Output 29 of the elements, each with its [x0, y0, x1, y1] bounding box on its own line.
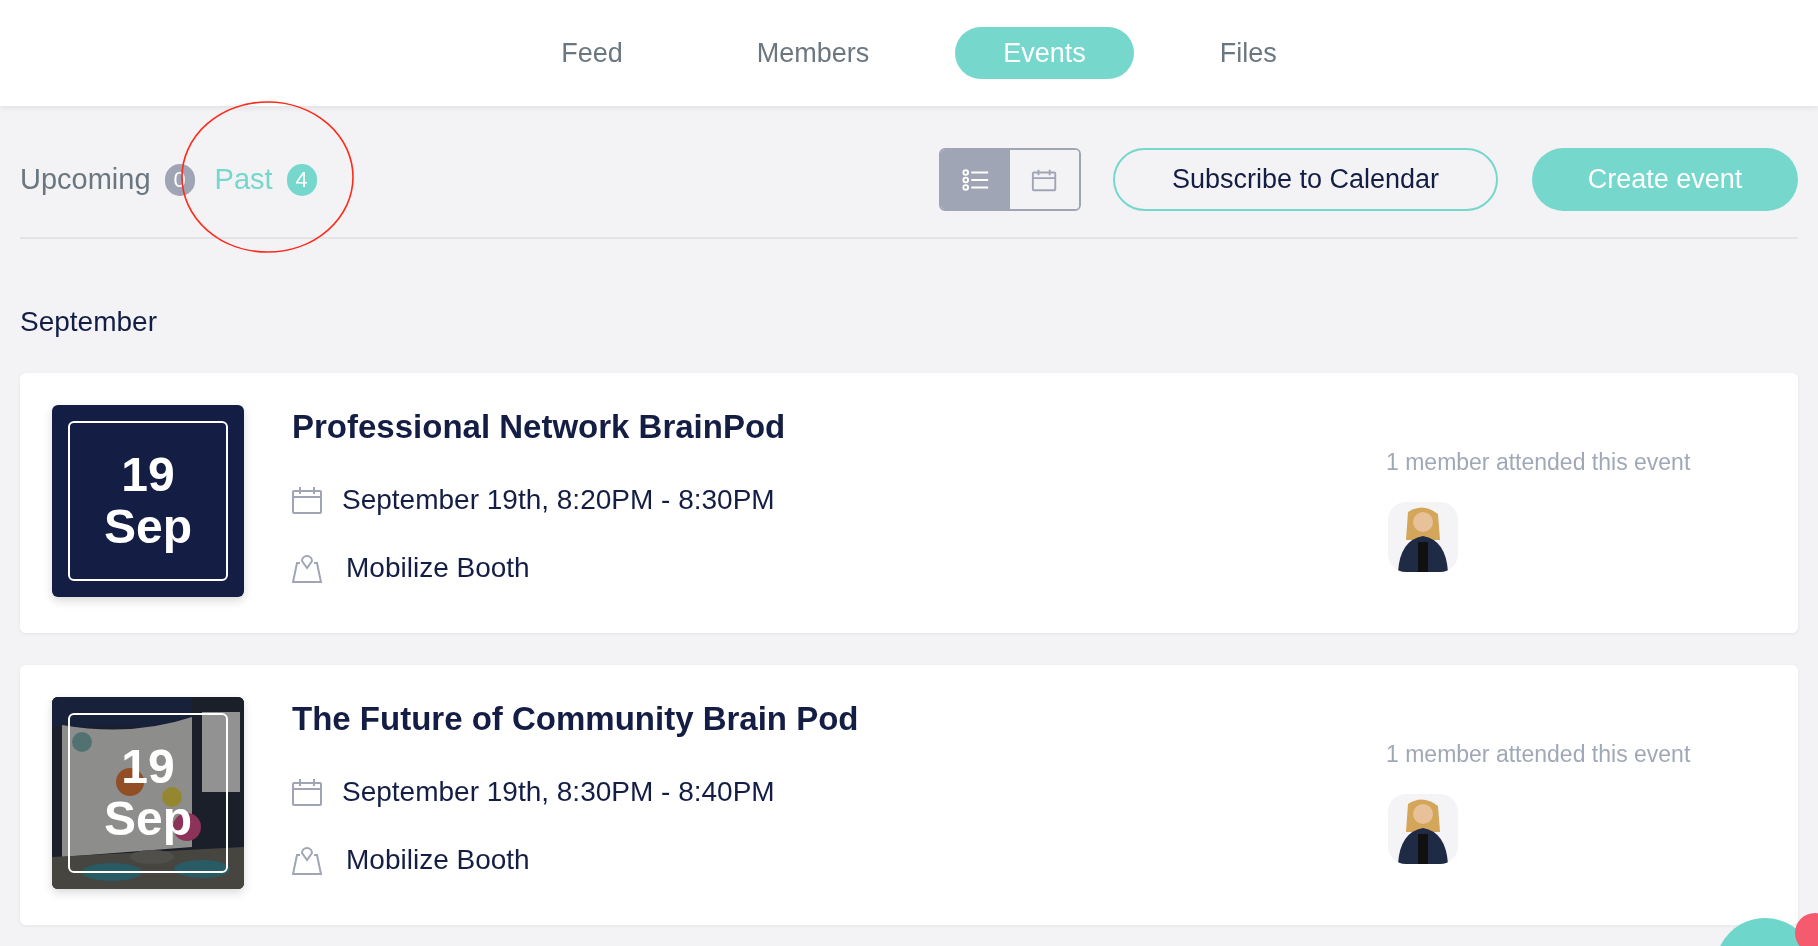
month-heading: September — [20, 305, 158, 339]
list-icon — [961, 166, 990, 193]
attendance-text: 1 member attended this event — [1386, 740, 1692, 769]
date-day: 19 — [121, 449, 175, 501]
avatar — [1388, 501, 1458, 572]
attendance-text: 1 member attended this event — [1386, 448, 1692, 477]
calendar-icon — [292, 778, 322, 806]
date-month: Sep — [104, 793, 192, 845]
event-time: September 19th, 8:30PM - 8:40PM — [342, 775, 775, 809]
event-location: Mobilize Booth — [346, 551, 530, 585]
date-day: 19 — [121, 741, 175, 793]
location-icon — [292, 553, 322, 583]
location-icon — [292, 845, 322, 875]
nav-tab[interactable]: Members — [708, 27, 918, 79]
count-badge: 4 — [286, 163, 317, 196]
nav-tab[interactable]: Files — [1171, 27, 1325, 79]
nav-tab[interactable]: Feed — [513, 27, 671, 79]
list-view-button[interactable] — [941, 150, 1010, 209]
filter-tab[interactable]: Upcoming — [20, 157, 151, 202]
event-card[interactable]: 19 Sep Professional Network BrainPod September 19th, 8:20PM - 8:30PM Mobilize Booth 1 member attended this event — [20, 373, 1798, 633]
event-title[interactable]: The Future of Community Brain Pod — [292, 697, 1386, 739]
calendar-icon — [292, 486, 322, 514]
event-time: September 19th, 8:20PM - 8:30PM — [342, 483, 775, 517]
date-month: Sep — [104, 501, 192, 553]
event-location: Mobilize Booth — [346, 843, 530, 877]
avatar — [1388, 793, 1458, 864]
subscribe-button[interactable]: Subscribe to Calendar — [1113, 148, 1498, 211]
event-title[interactable]: Professional Network BrainPod — [292, 405, 1386, 447]
event-card[interactable]: 19 Sep The Future of Community Brain Pod September 19th, 8:30PM - 8:40PM Mobilize Booth 1 member attended this event — [20, 665, 1798, 925]
